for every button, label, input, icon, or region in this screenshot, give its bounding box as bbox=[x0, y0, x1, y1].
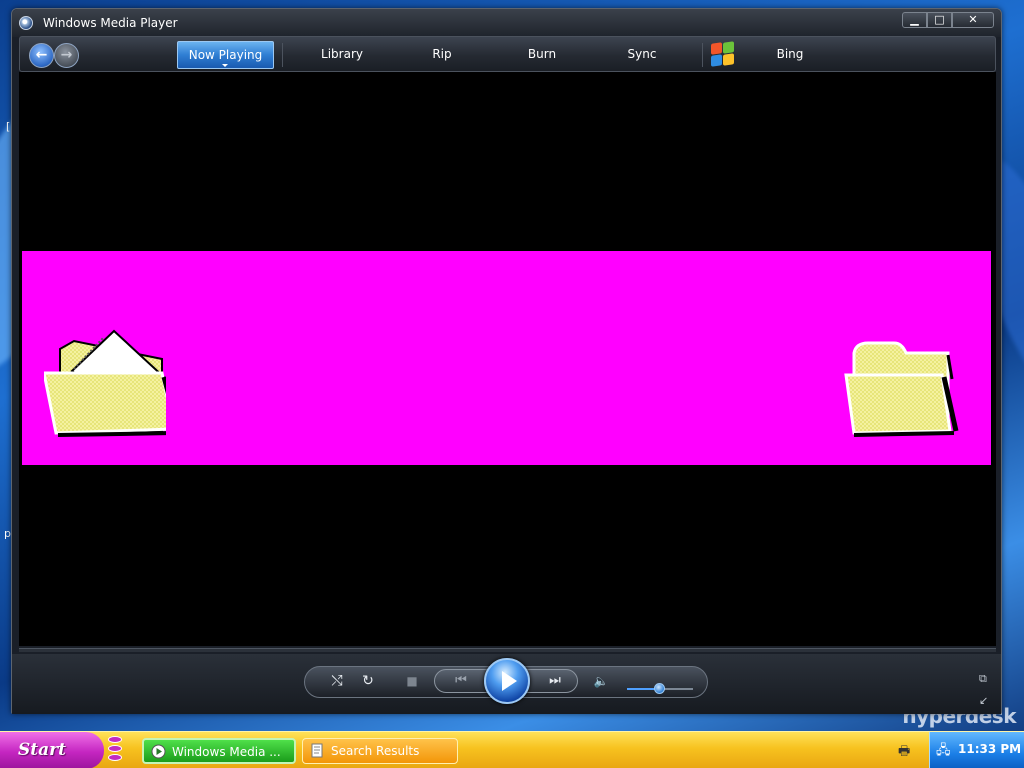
window-title: Windows Media Player bbox=[43, 16, 178, 30]
title-bar[interactable]: Windows Media Player ▁ □ ✕ bbox=[12, 9, 1001, 37]
tab-now-playing[interactable]: Now Playing bbox=[177, 41, 274, 69]
forward-button[interactable]: → bbox=[54, 43, 79, 68]
clock[interactable]: 11:33 PM bbox=[958, 742, 1021, 756]
switch-to-library-icon[interactable]: ↙ bbox=[979, 694, 988, 707]
tab-divider bbox=[702, 43, 703, 67]
navigation-bar: ← → Now Playing Library Rip Burn Sync Bi… bbox=[19, 36, 996, 72]
switch-to-skin-icon[interactable]: ⧉ bbox=[979, 672, 987, 686]
start-button[interactable]: Start bbox=[0, 732, 104, 768]
minimize-button[interactable]: ▁ bbox=[902, 12, 927, 28]
play-button[interactable] bbox=[484, 658, 530, 704]
taskbar-item-search-results[interactable]: Search Results bbox=[302, 738, 458, 764]
next-button[interactable]: ⏭ bbox=[540, 670, 570, 692]
repeat-button[interactable]: ↻ bbox=[357, 670, 379, 692]
tab-burn[interactable]: Burn bbox=[502, 41, 582, 69]
windows-logo-icon bbox=[710, 41, 736, 68]
open-folder-icon bbox=[44, 329, 166, 437]
tab-sync[interactable]: Sync bbox=[602, 41, 682, 69]
start-bubbles-decoration bbox=[108, 736, 122, 763]
printer-icon[interactable]: 🖶 bbox=[898, 742, 910, 764]
media-player-icon bbox=[19, 16, 33, 30]
playback-controls: ⤭ ↻ ■ ⏮ ⏭ 🔈 ⧉ ↙ bbox=[12, 654, 1001, 714]
tab-label: Now Playing bbox=[188, 48, 263, 62]
taskbar-item-label: Search Results bbox=[331, 744, 420, 758]
close-button[interactable]: ✕ bbox=[952, 12, 994, 28]
network-icon[interactable]: 🖧 bbox=[936, 741, 951, 763]
maximize-button[interactable]: □ bbox=[927, 12, 952, 28]
video-area[interactable] bbox=[19, 72, 996, 646]
media-player-icon bbox=[151, 744, 166, 759]
volume-knob[interactable] bbox=[654, 683, 665, 694]
document-icon bbox=[311, 743, 323, 758]
seek-bar[interactable] bbox=[19, 648, 996, 652]
taskbar-item-windows-media-player[interactable]: Windows Media ... bbox=[142, 738, 296, 764]
tab-divider bbox=[282, 43, 283, 67]
folder-icon bbox=[844, 341, 959, 437]
desktop-text-fragment: p bbox=[4, 527, 11, 540]
mute-button[interactable]: 🔈 bbox=[590, 670, 612, 692]
visualization-band bbox=[22, 251, 991, 465]
tab-library[interactable]: Library bbox=[302, 41, 382, 69]
previous-button[interactable]: ⏮ bbox=[446, 670, 476, 692]
back-button[interactable]: ← bbox=[29, 43, 54, 68]
media-player-window: Windows Media Player ▁ □ ✕ ← → Now Playi… bbox=[11, 8, 1002, 714]
desktop-text-fragment: [ bbox=[6, 120, 11, 133]
tab-rip[interactable]: Rip bbox=[402, 41, 482, 69]
shuffle-button[interactable]: ⤭ bbox=[326, 670, 348, 692]
taskbar: Start Windows Media ... Search Results 🖶… bbox=[0, 731, 1024, 768]
taskbar-item-label: Windows Media ... bbox=[172, 745, 281, 759]
chevron-down-icon bbox=[222, 64, 228, 67]
tab-bing[interactable]: Bing bbox=[750, 41, 830, 69]
stop-button[interactable]: ■ bbox=[401, 670, 423, 692]
